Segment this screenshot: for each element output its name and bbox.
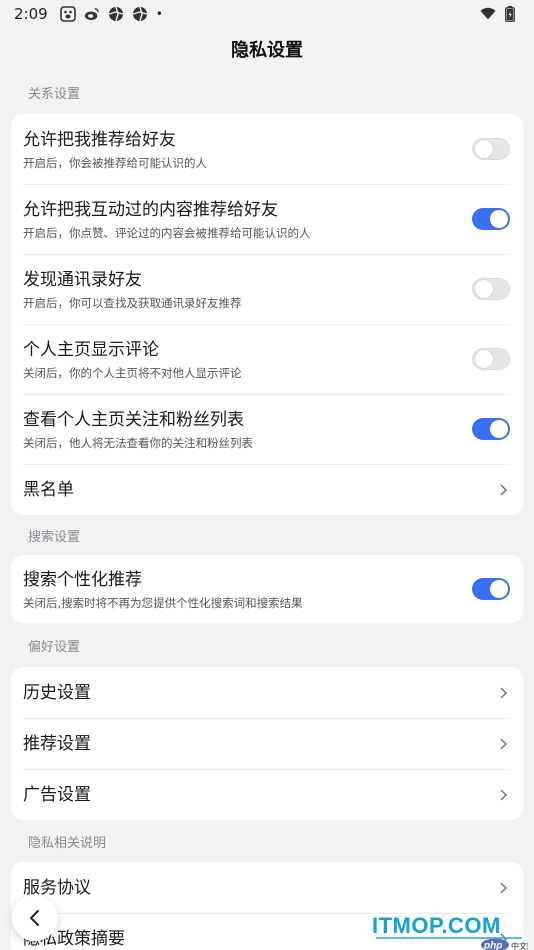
setting-row-recommend-interactions[interactable]: 允许把我互动过的内容推荐给好友 开启后，你点赞、评论过的内容会被推荐给可能认识的… <box>11 184 523 254</box>
setting-row-follow-lists[interactable]: 查看个人主页关注和粉丝列表 关闭后，他人将无法查看你的关注和粉丝列表 <box>11 394 523 464</box>
back-button[interactable] <box>12 895 58 941</box>
setting-desc: 开启后，你可以查找及获取通讯录好友推荐 <box>23 295 242 310</box>
setting-desc: 关闭后,搜索时将不再为您提供个性化搜索词和搜索结果 <box>23 595 303 610</box>
setting-title: 黑名单 <box>23 479 74 500</box>
setting-row-recommend-me[interactable]: 允许把我推荐给好友 开启后，你会被推荐给可能认识的人 <box>11 114 523 184</box>
section-label-privacy-notes: 隐私相关说明 <box>28 835 107 851</box>
setting-title: 服务协议 <box>23 877 91 898</box>
toggle-search-personalized[interactable] <box>472 578 510 600</box>
status-bar: 2:09 • <box>0 0 534 28</box>
watermark-brand: ITMOP.COM <box>372 913 501 938</box>
toggle-contacts[interactable] <box>472 278 510 300</box>
toggle-recommend-interactions[interactable] <box>472 208 510 230</box>
setting-desc: 开启后，你点赞、评论过的内容会被推荐给可能认识的人 <box>23 225 311 240</box>
toggle-follow-lists[interactable] <box>472 418 510 440</box>
aperture-icon-2 <box>132 6 148 22</box>
setting-row-ads[interactable]: 广告设置 <box>11 769 523 820</box>
setting-desc: 关闭后，他人将无法查看你的关注和粉丝列表 <box>23 435 253 450</box>
toggle-show-comments[interactable] <box>472 348 510 370</box>
setting-title: 广告设置 <box>23 784 91 805</box>
watermark-logo: ITMOP.COM php 中文网 <box>372 913 528 950</box>
preferences-card: 历史设置 推荐设置 广告设置 <box>11 667 523 820</box>
paw-app-icon <box>59 6 76 22</box>
notification-dot: • <box>155 7 163 21</box>
setting-row-history[interactable]: 历史设置 <box>11 667 523 718</box>
setting-row-contacts[interactable]: 发现通讯录好友 开启后，你可以查找及获取通讯录好友推荐 <box>11 254 523 324</box>
section-label-preferences: 偏好设置 <box>28 639 81 655</box>
chevron-left-icon <box>30 910 39 926</box>
chevron-right-icon <box>500 788 508 801</box>
status-time: 2:09 <box>14 5 48 23</box>
setting-row-recommend[interactable]: 推荐设置 <box>11 718 523 769</box>
setting-desc: 开启后，你会被推荐给可能认识的人 <box>23 155 207 170</box>
search-card: 搜索个性化推荐 关闭后,搜索时将不再为您提供个性化搜索词和搜索结果 <box>11 555 523 623</box>
setting-row-blacklist[interactable]: 黑名单 <box>11 464 523 515</box>
setting-title: 允许把我推荐给好友 <box>23 129 176 150</box>
watermark-php: php <box>483 941 502 950</box>
setting-title: 历史设置 <box>23 682 91 703</box>
section-label-search: 搜索设置 <box>28 529 81 545</box>
chevron-right-icon <box>500 881 508 894</box>
setting-title: 个人主页显示评论 <box>23 339 159 360</box>
aperture-icon <box>108 6 124 22</box>
title-bar: 隐私设置 <box>0 28 534 70</box>
section-label-relations: 关系设置 <box>28 86 81 102</box>
setting-title: 允许把我互动过的内容推荐给好友 <box>23 199 278 220</box>
chevron-right-icon <box>500 686 508 699</box>
setting-row-search-personalized[interactable]: 搜索个性化推荐 关闭后,搜索时将不再为您提供个性化搜索词和搜索结果 <box>11 555 523 623</box>
watermark-cn: 中文网 <box>511 941 528 950</box>
setting-title: 搜索个性化推荐 <box>23 569 142 590</box>
chevron-right-icon <box>500 737 508 750</box>
toggle-recommend-me[interactable] <box>472 138 510 160</box>
weibo-icon <box>84 6 100 22</box>
wifi-icon <box>480 6 496 22</box>
setting-row-show-comments[interactable]: 个人主页显示评论 关闭后，你的个人主页将不对他人显示评论 <box>11 324 523 394</box>
setting-title: 推荐设置 <box>23 733 91 754</box>
setting-title: 查看个人主页关注和粉丝列表 <box>23 409 244 430</box>
setting-desc: 关闭后，你的个人主页将不对他人显示评论 <box>23 365 242 380</box>
setting-title: 发现通讯录好友 <box>23 269 142 290</box>
chevron-right-icon <box>500 483 508 496</box>
relations-card: 允许把我推荐给好友 开启后，你会被推荐给可能认识的人 允许把我互动过的内容推荐给… <box>11 114 523 515</box>
page-title: 隐私设置 <box>231 40 303 61</box>
battery-icon <box>502 6 518 22</box>
